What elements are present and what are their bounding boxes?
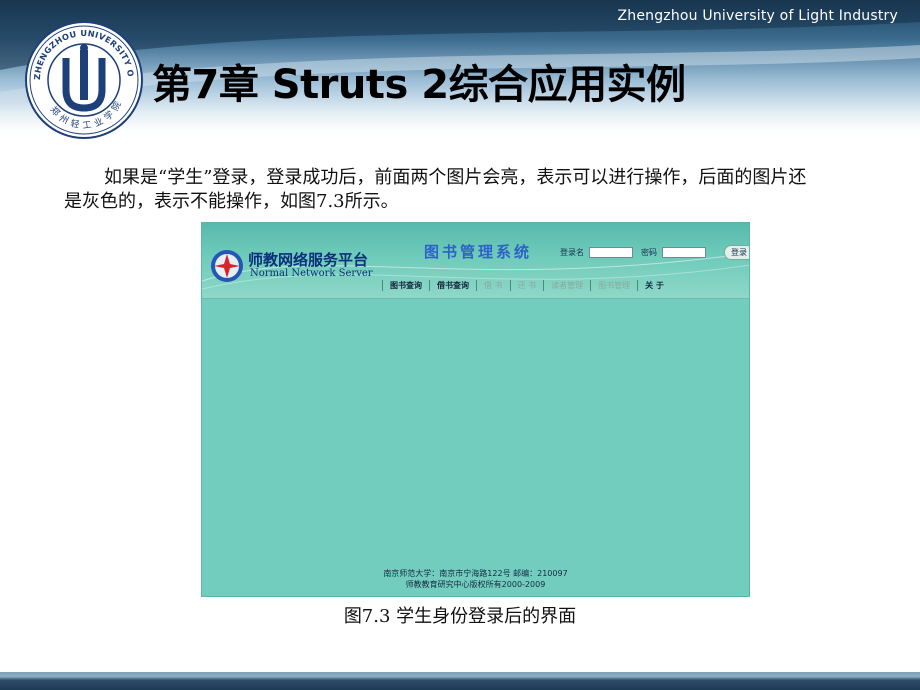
footer-copyright: 师教教育研究中心版权所有2000-2009: [405, 580, 546, 589]
platform-name-en: Normal Network Server: [250, 268, 373, 279]
platform-name: 师教网络服务平台: [248, 251, 369, 269]
username-label: 登录名: [560, 248, 584, 257]
figure-screenshot: 师教网络服务平台 Normal Network Server 图书管理系统 登录…: [201, 222, 750, 597]
password-label: 密码: [641, 248, 657, 257]
nav-book-search[interactable]: 图书查询: [382, 280, 429, 291]
nav-about[interactable]: 关 于: [637, 280, 671, 291]
university-logo: ZHENGZHOU UNIVERSITY OF LIGHT INDUSTRY 郑…: [22, 18, 143, 139]
figure-caption: 图7.3 学生身份登录后的界面: [343, 606, 577, 627]
body-paragraph: 如果是“学生”登录，登录成功后，前面两个图片会亮，表示可以进行操作，后面的图片还…: [64, 167, 807, 212]
figure-nav: 图书查询 借书查询 借 书 还 书 读者管理 图书管理 关 于: [382, 280, 671, 291]
slide-title: 第7章 Struts 2综合应用实例: [152, 62, 686, 108]
footer-address: 南京师范大学：南京市宁海路122号 邮编：210097: [383, 569, 568, 578]
footer-bar: [0, 672, 920, 690]
nav-borrow-search[interactable]: 借书查询: [429, 280, 476, 291]
username-input[interactable]: [589, 247, 633, 258]
university-name: Zhengzhou University of Light Industry: [617, 8, 898, 24]
nav-book-management: 图书管理: [590, 280, 637, 291]
system-title: 图书管理系统: [424, 243, 533, 261]
nav-return-book: 还 书: [509, 280, 544, 291]
nav-reader-management: 读者管理: [543, 280, 590, 291]
password-input[interactable]: [662, 247, 706, 258]
nav-borrow-book: 借 书: [476, 280, 510, 291]
login-button[interactable]: 登录: [724, 245, 749, 260]
platform-logo-icon: [211, 250, 243, 282]
figure-footer: 南京师范大学：南京市宁海路122号 邮编：210097 师教教育研究中心版权所有…: [202, 568, 749, 590]
login-bar: 登录名 密码 登录: [560, 245, 749, 260]
